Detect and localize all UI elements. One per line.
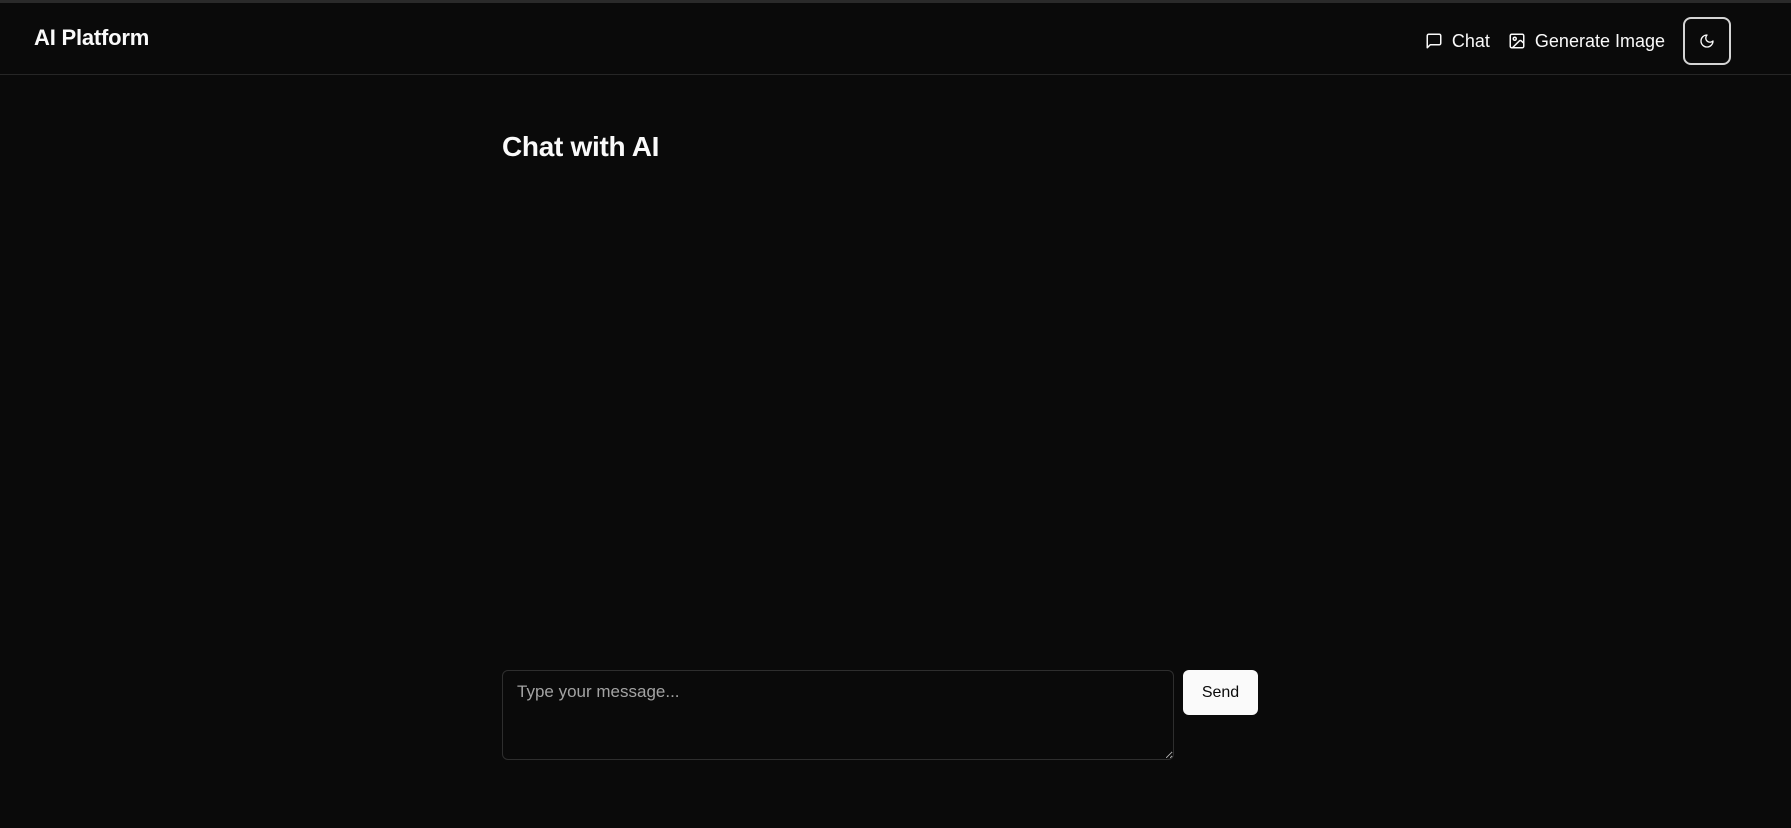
chat-composer: Send [502,670,1258,760]
chat-page: Chat with AI Send [502,76,1258,828]
main-nav: Chat Generate Image [1425,15,1731,67]
message-list [502,186,1258,726]
message-input[interactable] [502,670,1174,760]
nav-chat-link[interactable]: Chat [1425,31,1490,52]
nav-generate-image-link[interactable]: Generate Image [1508,31,1665,52]
moon-icon [1700,34,1714,48]
top-navbar: AI Platform Chat Generate Image [0,3,1791,75]
theme-toggle-button[interactable] [1683,17,1731,65]
brand-logo-text[interactable]: AI Platform [34,25,149,51]
nav-generate-image-label: Generate Image [1534,30,1665,51]
image-icon [1509,33,1525,49]
message-square-icon [1426,33,1442,49]
page-title: Chat with AI [502,131,660,162]
nav-chat-label: Chat [1451,30,1490,51]
send-button[interactable]: Send [1183,670,1258,715]
